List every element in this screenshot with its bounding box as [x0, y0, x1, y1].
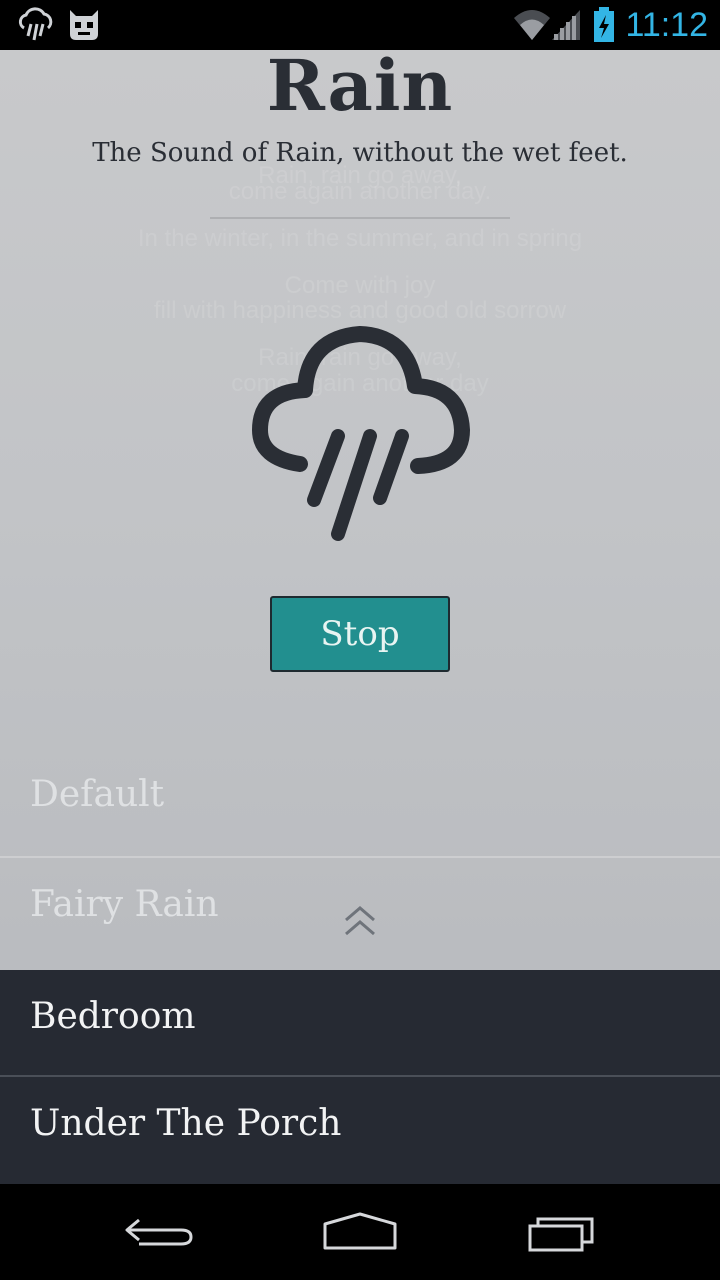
double-chevron-up-icon[interactable]	[340, 904, 380, 940]
lyrics-line: Come with joy	[284, 272, 436, 299]
sound-item-bedroom[interactable]: Bedroom	[0, 970, 720, 1078]
lyrics-line: fill with happiness and good old sorrow	[153, 297, 567, 324]
cyanogenmod-icon	[70, 10, 98, 40]
sound-item-label: Fairy Rain	[30, 884, 219, 925]
rain-notification-icon	[18, 7, 53, 41]
ghost-divider	[210, 217, 510, 219]
signal-icon	[552, 10, 580, 40]
lyrics-line: In the winter, in the summer, and in spr…	[137, 225, 583, 252]
sound-item-label: Default	[30, 774, 165, 815]
sound-item-under-the-porch[interactable]: Under The Porch	[0, 1077, 720, 1184]
main-content: Rain The Sound of Rain, without the wet …	[0, 50, 720, 1184]
app-title: Rain	[266, 50, 454, 127]
status-bar: 11:12	[0, 0, 720, 50]
sound-item-label: Bedroom	[30, 996, 196, 1037]
sound-item-default[interactable]: Default	[0, 748, 720, 856]
back-icon[interactable]	[115, 1206, 205, 1256]
wifi-icon	[514, 10, 550, 40]
cloud-rain-icon	[252, 326, 470, 541]
clock: 11:12	[625, 6, 708, 44]
recent-apps-icon[interactable]	[518, 1206, 608, 1256]
navigation-bar	[0, 1184, 720, 1280]
lyrics-line: come again another day.	[228, 178, 492, 205]
stop-button[interactable]: Stop	[270, 596, 450, 672]
battery-charging-icon	[594, 7, 614, 42]
sound-item-label: Under The Porch	[30, 1103, 342, 1144]
home-icon[interactable]	[315, 1206, 405, 1256]
